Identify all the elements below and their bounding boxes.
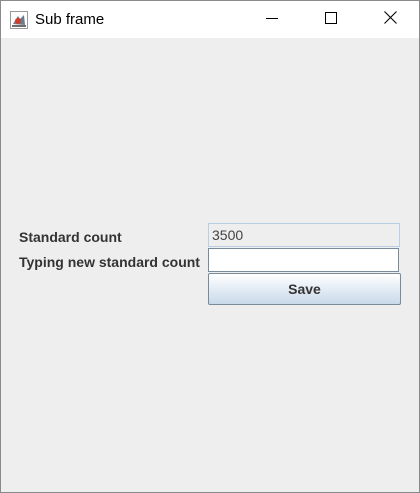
minimize-button[interactable] bbox=[243, 1, 301, 38]
frame-content: Standard count 3500 Typing new standard … bbox=[1, 38, 419, 492]
new-standard-count-input[interactable] bbox=[208, 248, 399, 272]
sub-frame-window: Sub frame Standard count 3500 Typing new… bbox=[0, 0, 420, 493]
maximize-icon bbox=[325, 11, 337, 29]
window-title: Sub frame bbox=[35, 11, 105, 28]
close-button[interactable] bbox=[361, 1, 419, 38]
title-bar[interactable]: Sub frame bbox=[1, 1, 419, 38]
java-app-icon bbox=[10, 11, 28, 29]
standard-count-field: 3500 bbox=[208, 223, 400, 247]
standard-count-label: Standard count bbox=[19, 229, 122, 245]
close-icon bbox=[383, 10, 397, 29]
maximize-button[interactable] bbox=[302, 1, 360, 38]
new-standard-count-label: Typing new standard count bbox=[19, 254, 200, 270]
save-button[interactable]: Save bbox=[208, 273, 401, 305]
minimize-icon bbox=[266, 11, 278, 29]
